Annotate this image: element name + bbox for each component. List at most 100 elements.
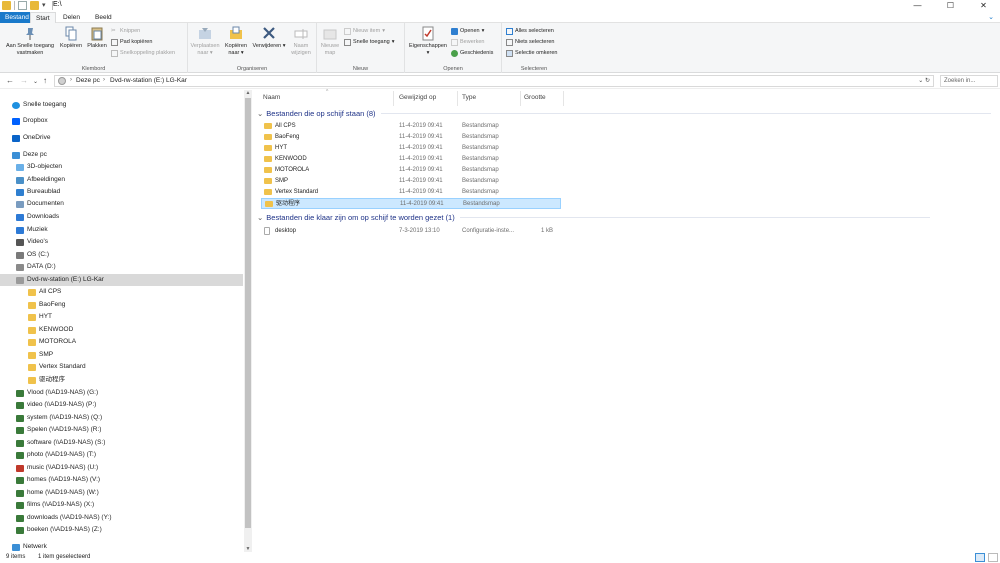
nav-item[interactable]: Vlood (\\AD19-NAS) (G:) [0,387,243,399]
large-icons-view-icon[interactable] [988,553,998,562]
nav-item[interactable]: All CPS [0,286,243,298]
maximize-button[interactable]: ☐ [934,0,967,12]
column-header-size[interactable]: Grootte [524,93,546,103]
breadcrumb-dvd-drive[interactable]: Dvd-rw-station (E:) LG-Kar [110,77,187,84]
nav-item[interactable]: home (\\AD19-NAS) (W:) [0,487,243,499]
group-header[interactable]: ⌄ Bestanden die op schijf staan (8) [257,109,991,118]
file-row[interactable]: 驱动程序 11-4-2019 09:41 Bestandsmap [261,198,561,209]
nav-item[interactable]: system (\\AD19-NAS) (Q:) [0,412,243,424]
column-divider[interactable] [457,91,458,106]
collapse-chevron-icon[interactable]: ⌄ [257,109,263,118]
easy-access-button[interactable]: Snelle toegang ▾ [344,38,394,46]
paste-shortcut-button[interactable]: Snelkoppeling plakken [111,49,175,57]
invert-selection-button[interactable]: Selectie omkeren [506,49,558,57]
nav-item[interactable]: Snelle toegang [0,99,243,111]
details-view-icon[interactable] [975,553,985,562]
address-bar[interactable]: › Deze pc › Dvd-rw-station (E:) LG-Kar ⌄… [54,75,934,87]
file-row[interactable]: desktop 7-3-2019 13:10 Configuratie-inste.… [261,226,561,237]
nav-item[interactable]: OneDrive [0,132,243,144]
close-button[interactable]: ✕ [967,0,1000,12]
breadcrumb-this-pc[interactable]: Deze pc [76,77,100,84]
copy-to-button[interactable]: Kopiëren naar ▾ [221,26,251,56]
column-divider[interactable] [393,91,394,106]
file-row[interactable]: BaoFeng 11-4-2019 09:41 Bestandsmap [261,132,561,143]
nav-item[interactable]: Dvd-rw-station (E:) LG-Kar [0,274,243,286]
nav-item[interactable]: Downloads [0,211,243,223]
nav-item[interactable]: Deze pc [0,149,243,161]
tab-start[interactable]: Start [30,12,56,23]
nav-item[interactable]: Dropbox [0,115,243,127]
tab-view[interactable]: Beeld [90,12,117,23]
nav-item[interactable]: video (\\AD19-NAS) (P:) [0,399,243,411]
nav-item[interactable]: Vertex Standard [0,361,243,373]
tab-share[interactable]: Delen [58,12,85,23]
edit-button[interactable]: Bewerken [451,38,484,46]
properties-button[interactable]: Eigenschappen ▾ [407,26,449,56]
recent-chevron-icon[interactable]: ⌄ [33,78,38,85]
chevron-down-icon[interactable]: ▾ [42,1,49,10]
scroll-up-icon[interactable]: ▲ [244,90,252,96]
nav-item[interactable]: Documenten [0,198,243,210]
nav-item[interactable]: software (\\AD19-NAS) (S:) [0,437,243,449]
nav-item[interactable]: MOTOROLA [0,336,243,348]
nav-item[interactable]: SMP [0,349,243,361]
ribbon-expand-icon[interactable]: ⌄ [988,13,994,21]
nav-item[interactable]: OS (C:) [0,249,243,261]
nav-item[interactable]: films (\\AD19-NAS) (X:) [0,499,243,511]
paste-button[interactable]: Plakken [85,26,109,50]
nav-item[interactable]: HYT [0,311,243,323]
tab-file[interactable]: Bestand [0,12,34,23]
properties-icon[interactable] [18,1,27,10]
minimize-button[interactable]: — [901,0,934,12]
nav-item[interactable]: KENWOOD [0,324,243,336]
file-row[interactable]: HYT 11-4-2019 09:41 Bestandsmap [261,143,561,154]
nav-item[interactable]: Bureaublad [0,186,243,198]
copy-path-button[interactable]: Pad kopiëren [111,38,152,46]
collapse-chevron-icon[interactable]: ⌄ [257,213,263,222]
nav-item[interactable]: Netwerk [0,541,243,552]
up-arrow-icon[interactable]: ↑ [43,76,47,85]
column-header-modified[interactable]: Gewijzigd op [399,93,436,103]
move-to-button[interactable]: Verplaatsen naar ▾ [190,26,220,56]
cut-button[interactable]: ✂ Knippen [111,27,140,35]
delete-button[interactable]: Verwijderen ▾ [252,26,286,50]
copy-button[interactable]: Kopiëren [58,26,84,50]
column-header-type[interactable]: Type [462,93,476,103]
search-input[interactable]: Zoeken in... [940,75,998,87]
open-button[interactable]: Openen ▾ [451,27,484,35]
pin-quick-access-button[interactable]: Aan Snelle toegang vastmaken [3,26,57,56]
nav-item[interactable]: Video's [0,236,243,248]
nav-item[interactable]: photo (\\AD19-NAS) (T:) [0,449,243,461]
nav-scrollbar[interactable]: ▲ ▼ [244,90,252,552]
nav-item[interactable]: music (\\AD19-NAS) (U:) [0,462,243,474]
nav-item[interactable]: downloads (\\AD19-NAS) (Y:) [0,512,243,524]
nav-item[interactable]: 驱动程序 [0,374,243,386]
back-arrow-icon[interactable]: ← [6,76,14,85]
column-header-name[interactable]: Naam [263,93,280,103]
nav-item[interactable]: boeken (\\AD19-NAS) (Z:) [0,524,243,536]
nav-item[interactable]: Muziek [0,224,243,236]
select-all-button[interactable]: Alles selecteren [506,27,554,35]
new-folder-button[interactable]: Nieuwe map [318,26,342,56]
select-none-button[interactable]: Niets selecteren [506,38,554,46]
nav-item[interactable]: BaoFeng [0,299,243,311]
forward-arrow-icon[interactable]: → [20,76,28,85]
nav-item[interactable]: homes (\\AD19-NAS) (V:) [0,474,243,486]
file-row[interactable]: KENWOOD 11-4-2019 09:41 Bestandsmap [261,154,561,165]
column-divider[interactable] [563,91,564,106]
file-row[interactable]: Vertex Standard 11-4-2019 09:41 Bestandsma… [261,187,561,198]
nav-item[interactable]: 3D-objecten [0,161,243,173]
file-row[interactable]: SMP 11-4-2019 09:41 Bestandsmap [261,176,561,187]
file-row[interactable]: MOTOROLA 11-4-2019 09:41 Bestandsmap [261,165,561,176]
rename-button[interactable]: Naam wijzigen [287,26,315,56]
nav-item[interactable]: DATA (D:) [0,261,243,273]
new-item-button[interactable]: Nieuw item ▾ [344,27,385,35]
group-header[interactable]: ⌄ Bestanden die klaar zijn om op schijf t… [257,213,930,222]
column-divider[interactable] [520,91,521,106]
address-dropdown-icon[interactable]: ⌄ ↻ [918,77,930,84]
nav-item[interactable]: Spelen (\\AD19-NAS) (R:) [0,424,243,436]
history-button[interactable]: Geschiedenis [451,49,493,57]
file-row[interactable]: All CPS 11-4-2019 09:41 Bestandsmap [261,121,561,132]
nav-item[interactable]: Afbeeldingen [0,174,243,186]
new-folder-icon[interactable] [30,1,39,10]
